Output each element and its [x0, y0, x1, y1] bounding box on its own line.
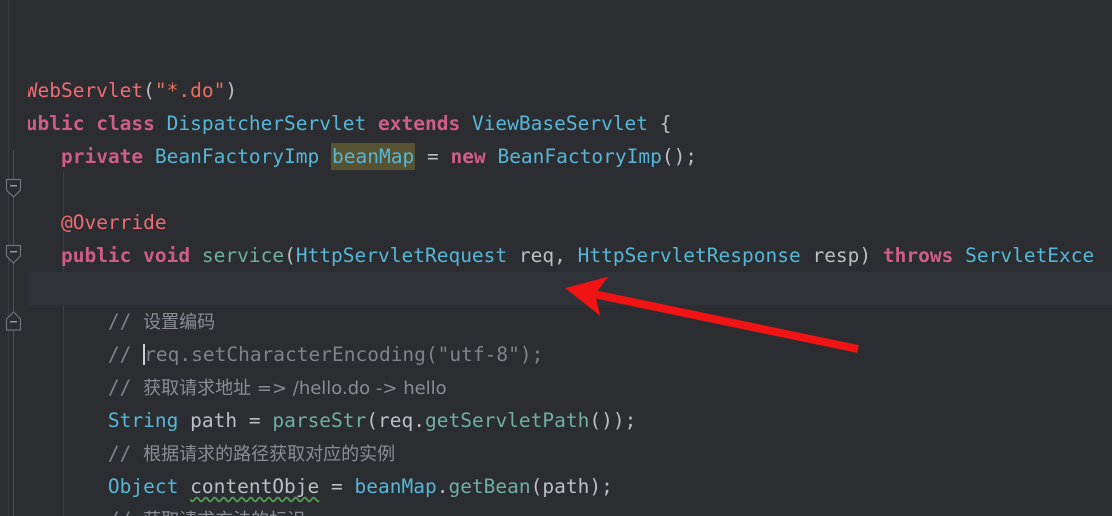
code-line-12[interactable]: Object contentObje = beanMap.getBean(pat…: [0, 404, 1112, 498]
code-line-5[interactable]: public void service(HttpServletRequest r…: [0, 173, 1112, 267]
code-line-0[interactable]: @WebServlet("*.do"): [0, 8, 1112, 102]
code-line-10[interactable]: String path = parseStr(req.getServletPat…: [0, 338, 1112, 432]
editor-gutter[interactable]: [0, 0, 28, 516]
code-line-6[interactable]: System.out.println("请求进来");: [0, 206, 1112, 300]
code-line-3-blank[interactable]: [0, 107, 1112, 140]
code-editor[interactable]: @WebServlet("*.do") public class Dispatc…: [0, 0, 1112, 516]
code-line-7-comment[interactable]: // 设置编码: [0, 239, 1112, 333]
code-line-9-comment[interactable]: // 获取请求地址 => /hello.do -> hello: [0, 305, 1112, 399]
code-surface[interactable]: @WebServlet("*.do") public class Dispatc…: [0, 0, 1112, 516]
code-line-13-comment[interactable]: // 获取请求方法的标识: [0, 437, 1112, 516]
fold-rail: [13, 150, 14, 516]
fold-collapse-icon-service[interactable]: [3, 178, 24, 200]
fold-end-icon[interactable]: [3, 310, 24, 332]
code-line-2[interactable]: private BeanFactoryImp beanMap = new Bea…: [0, 74, 1112, 170]
code-line-11-comment[interactable]: // 根据请求的路径获取对应的实例: [0, 371, 1112, 465]
code-line-15-comment-clipped[interactable]: // 判断标识符是不是空: [0, 503, 1112, 516]
code-line-1[interactable]: public class DispatcherServlet extends V…: [0, 41, 1112, 135]
code-line-8-current-comment[interactable]: // req.setCharacterEncoding("utf-8");: [0, 272, 1112, 366]
code-line-4[interactable]: @Override: [0, 140, 1112, 234]
code-line-14[interactable]: String sercode = req.getParameter(s:"ser…: [0, 470, 1112, 503]
fold-collapse-icon-block[interactable]: [3, 244, 24, 266]
